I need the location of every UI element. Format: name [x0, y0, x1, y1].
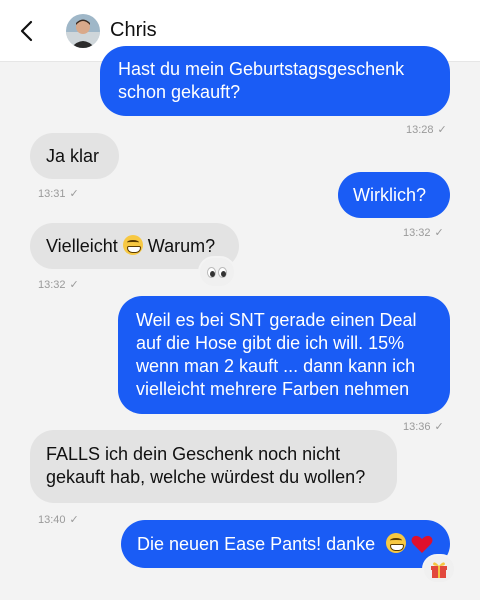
red-heart-icon [411, 535, 433, 553]
avatar[interactable] [66, 14, 100, 48]
message-bubble-outgoing[interactable]: Wirklich? [338, 172, 450, 218]
sent-check-icon: ✓ [434, 421, 444, 433]
message-text: Die neuen Ease Pants! danke [137, 534, 376, 554]
contact-name[interactable]: Chris [110, 19, 157, 42]
message-bubble-outgoing[interactable]: Hast du mein Geburtstagsgeschenk schon g… [100, 46, 450, 116]
message-text: Ja klar [46, 146, 100, 166]
reaction-badge[interactable] [198, 256, 236, 288]
message-bubble-outgoing[interactable]: Weil es bei SNT gerade einen Deal auf di… [118, 296, 450, 414]
message-bubble-incoming[interactable]: FALLS ich dein Geschenk noch nicht gekau… [30, 430, 397, 503]
reaction-badge[interactable] [422, 554, 456, 584]
grinning-face-icon [122, 235, 143, 255]
sent-check-icon: ✓ [69, 514, 79, 526]
sent-check-icon: ✓ [437, 124, 447, 136]
grinning-face-icon [386, 533, 407, 553]
message-timestamp: 13:32 ✓ [403, 227, 444, 239]
eyes-emoji-icon [218, 266, 227, 278]
message-bubble-incoming[interactable]: Ja klar [30, 133, 119, 179]
back-button[interactable] [14, 16, 40, 46]
message-text: Hast du mein Geburtstagsgeschenk schon g… [118, 59, 405, 102]
sent-check-icon: ✓ [434, 227, 444, 239]
message-bubble-outgoing[interactable]: Die neuen Ease Pants! danke [121, 520, 450, 568]
message-text: FALLS ich dein Geschenk noch nicht gekau… [46, 444, 366, 487]
message-timestamp: 13:40 ✓ [38, 514, 79, 526]
message-timestamp: 13:32 ✓ [38, 279, 79, 291]
eyes-emoji-icon [207, 266, 216, 278]
chevron-left-icon [20, 20, 33, 42]
message-timestamp: 13:28 ✓ [406, 124, 447, 136]
message-text: Vielleicht [46, 236, 118, 256]
sent-check-icon: ✓ [69, 279, 79, 291]
message-text: Warum? [147, 236, 216, 256]
message-text: Weil es bei SNT gerade einen Deal auf di… [136, 310, 417, 399]
message-timestamp: 13:36 ✓ [403, 421, 444, 433]
gift-emoji-icon [431, 562, 447, 578]
sent-check-icon: ✓ [69, 188, 79, 200]
message-text: Wirklich? [353, 185, 427, 205]
message-timestamp: 13:31 ✓ [38, 188, 79, 200]
